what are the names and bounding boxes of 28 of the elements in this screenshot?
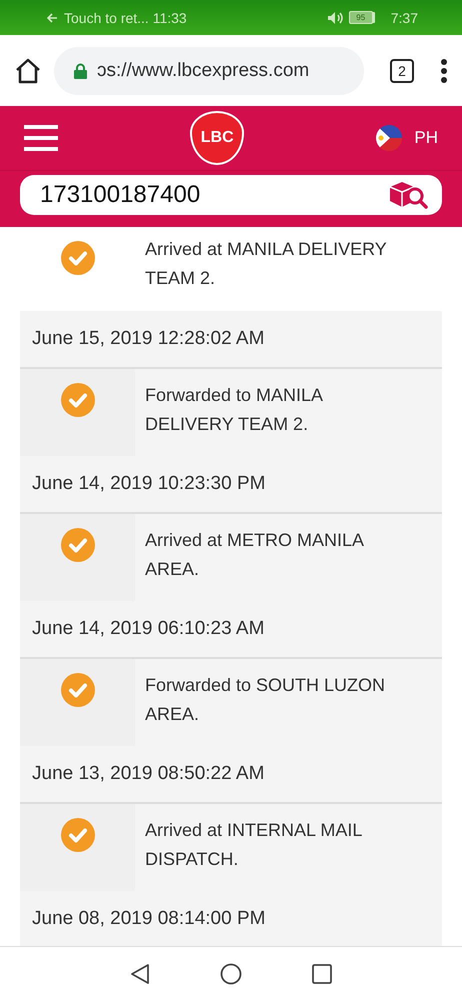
home-icon[interactable]	[14, 56, 42, 84]
back-icon[interactable]	[130, 962, 150, 984]
check-circle-icon	[60, 528, 94, 562]
country-code[interactable]: PH	[414, 128, 438, 148]
lock-icon	[74, 62, 87, 78]
check-circle-icon	[60, 818, 94, 852]
speaker-icon	[326, 10, 343, 24]
menu-icon[interactable]	[24, 124, 58, 152]
check-circle-icon	[60, 241, 94, 275]
tab-count-button[interactable]: 2	[390, 58, 414, 82]
check-circle-icon	[60, 673, 94, 707]
event-status: Arrived at MANILA DELIVERY TEAM 2.	[144, 238, 388, 290]
battery-indicator: 95	[348, 11, 373, 24]
recents-icon[interactable]	[312, 964, 332, 984]
address-bar[interactable]: ɔs://www.lbcexpress.com	[54, 46, 364, 94]
home-circle-icon[interactable]	[220, 962, 242, 984]
tracking-number-field[interactable]: 173100187400	[20, 175, 442, 215]
back-arrow-icon	[46, 12, 58, 24]
event-status: Forwarded to MANILA DELIVERY TEAM 2.	[144, 384, 324, 436]
clock-text: 7:37	[390, 10, 418, 26]
flag-icon[interactable]	[376, 125, 402, 151]
event-status: Arrived at INTERNAL MAIL DISPATCH.	[144, 819, 363, 871]
menu-dots-icon[interactable]	[440, 58, 448, 84]
check-circle-icon	[60, 383, 94, 417]
package-search-icon[interactable]	[388, 179, 428, 211]
logo[interactable]: LBC	[190, 111, 244, 165]
event-status: Arrived at METRO MANILA AREA.	[144, 529, 365, 581]
event-status: Forwarded to SOUTH LUZON AREA.	[144, 674, 386, 726]
